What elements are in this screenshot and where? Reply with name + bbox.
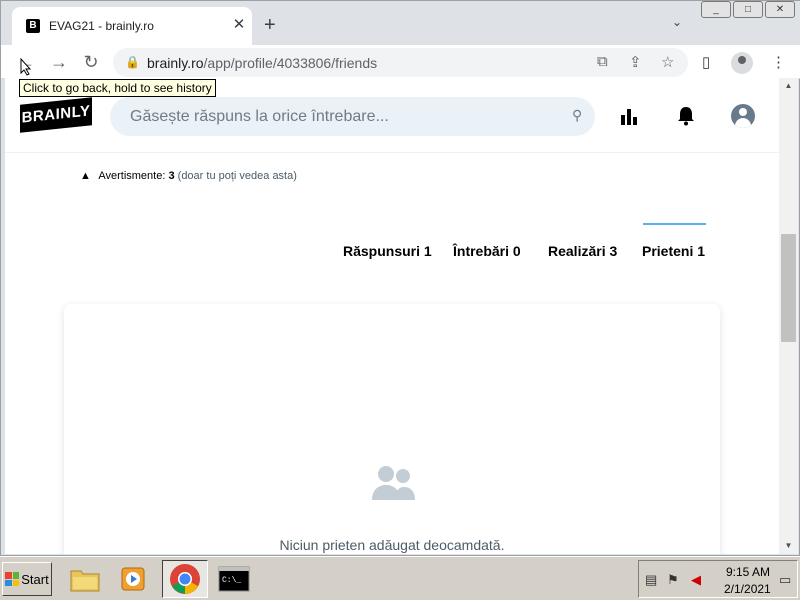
browser-tab[interactable]: B EVAG21 - brainly.ro ✕	[12, 7, 252, 45]
file-explorer-icon[interactable]	[62, 560, 108, 598]
svg-text:C:\_: C:\_	[222, 576, 241, 585]
translate-icon[interactable]: ⧉	[597, 53, 608, 70]
maximize-button[interactable]: □	[733, 1, 763, 18]
lock-icon[interactable]: 🔒	[125, 55, 140, 69]
clock-time[interactable]: 9:15 AM	[726, 565, 770, 579]
user-avatar[interactable]	[731, 104, 755, 128]
system-tray: ▤ ⚑ ◀ 9:15 AM 2/1/2021 ▭	[638, 560, 798, 598]
taskbar: Start C:\_ ▤ ⚑ ◀ 9:15 AM 2/1/2021 ▭	[0, 556, 800, 600]
action-center-flag-icon[interactable]: ⚑	[667, 572, 679, 588]
chrome-icon[interactable]	[162, 560, 208, 598]
tab-friends[interactable]: Prieteni 1	[642, 243, 705, 259]
friends-card: Niciun prieten adăugat deocamdată.	[64, 304, 720, 554]
new-tab-button[interactable]: +	[264, 15, 276, 35]
reload-icon[interactable]: ↻	[80, 52, 102, 74]
warning-count: 3	[168, 170, 175, 182]
warnings-notice: ▲ Avertismente: 3 (doar tu poți vedea as…	[80, 170, 297, 182]
volume-muted-icon[interactable]: ◀	[691, 572, 701, 588]
profile-icon[interactable]	[731, 52, 753, 74]
close-window-button[interactable]: ✕	[765, 1, 795, 18]
tab-questions[interactable]: Întrebări 0	[453, 243, 521, 259]
address-bar[interactable]: 🔒 brainly.ro/app/profile/4033806/friends…	[113, 48, 688, 77]
window-controls: _ □ ✕	[701, 1, 795, 18]
web-page: BRAINLY Găsește răspuns la orice întreba…	[5, 78, 779, 554]
network-icon[interactable]: ▤	[645, 572, 657, 588]
side-panel-icon[interactable]: ▯	[702, 53, 710, 71]
back-button-tooltip: Click to go back, hold to see history	[19, 79, 216, 97]
clock-date[interactable]: 2/1/2021	[724, 582, 771, 596]
warning-note: (doar tu poți vedea asta)	[177, 170, 297, 182]
command-prompt-icon[interactable]: C:\_	[211, 560, 257, 598]
browser-toolbar: ← → ↻ 🔒 brainly.ro/app/profile/4033806/f…	[1, 45, 800, 79]
mouse-cursor-icon	[20, 58, 32, 76]
tab-achievements[interactable]: Realizări 3	[548, 243, 617, 259]
profile-tabs: Răspunsuri 1 Întrebări 0 Realizări 3 Pri…	[5, 218, 779, 268]
tab-strip: B EVAG21 - brainly.ro ✕ + ⌄ _ □ ✕	[1, 1, 800, 45]
url-host: brainly.ro	[147, 55, 204, 71]
menu-icon[interactable]: ⋮	[771, 53, 786, 71]
tab-title: EVAG21 - brainly.ro	[49, 19, 154, 33]
media-player-icon[interactable]	[110, 560, 156, 598]
show-desktop-icon[interactable]: ▭	[779, 572, 791, 588]
brainly-favicon-icon: B	[26, 19, 40, 33]
warning-icon: ▲	[80, 170, 91, 182]
notifications-bell-icon[interactable]	[677, 106, 695, 132]
empty-friends-message: Niciun prieten adăugat deocamdată.	[279, 537, 505, 553]
tab-answers[interactable]: Răspunsuri 1	[343, 243, 432, 259]
minimize-button[interactable]: _	[701, 1, 731, 18]
forward-arrow-icon[interactable]: →	[48, 52, 70, 74]
tab-search-chevron-icon[interactable]: ⌄	[672, 15, 682, 29]
search-placeholder: Găsește răspuns la orice întrebare...	[130, 108, 389, 125]
windows-flag-icon	[5, 572, 20, 586]
url-path: /app/profile/4033806/friends	[203, 55, 378, 71]
search-icon[interactable]: ⚲	[572, 107, 582, 124]
url-text[interactable]: brainly.ro/app/profile/4033806/friends	[147, 55, 377, 71]
scroll-down-arrow-icon[interactable]: ▼	[779, 538, 798, 554]
tab-close-icon[interactable]: ✕	[230, 16, 248, 34]
page-scrollbar[interactable]: ▲ ▼	[779, 78, 798, 554]
search-input[interactable]: Găsește răspuns la orice întrebare... ⚲	[110, 97, 595, 136]
start-button[interactable]: Start	[2, 562, 52, 596]
brainly-logo[interactable]: BRAINLY	[20, 97, 92, 133]
active-tab-indicator	[643, 223, 706, 225]
share-icon[interactable]: ⇪	[629, 53, 642, 71]
start-label: Start	[21, 571, 49, 587]
friends-icon	[372, 466, 415, 500]
scroll-thumb[interactable]	[781, 234, 796, 342]
bookmark-star-icon[interactable]: ☆	[661, 53, 674, 71]
scroll-up-arrow-icon[interactable]: ▲	[779, 78, 798, 94]
ranking-bars-icon[interactable]	[619, 106, 639, 132]
warning-label: Avertismente:	[98, 170, 166, 182]
